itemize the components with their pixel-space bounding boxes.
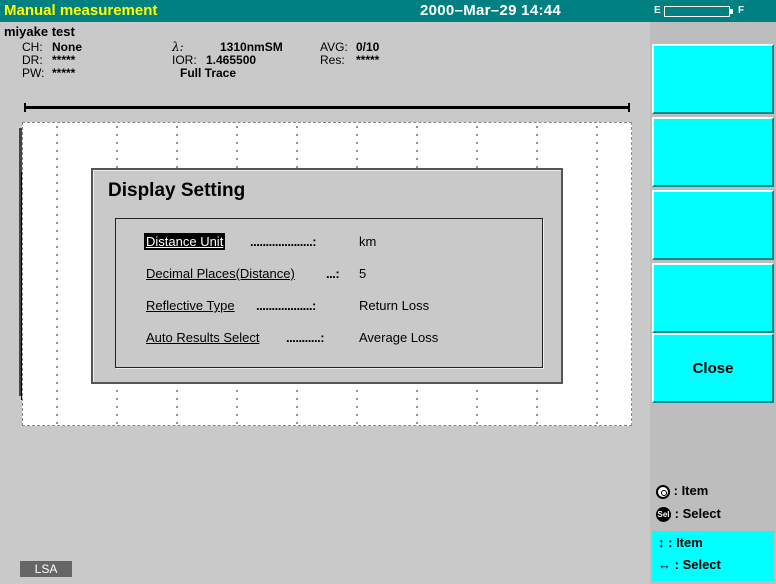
soft-key-2[interactable] <box>652 117 774 187</box>
up-down-arrow-icon: ↕ <box>658 535 665 550</box>
setting-row-reflective-type[interactable]: Reflective Type ..................: Retu… <box>144 297 504 317</box>
avg-label: AVG: <box>320 40 348 54</box>
avg-value: 0/10 <box>356 40 380 54</box>
legend-leftright-row: ↔ : Select <box>658 557 721 572</box>
battery-indicator: E F <box>652 5 770 19</box>
setting-label: Auto Results Select <box>146 330 260 345</box>
select-button-icon: Sel <box>656 507 671 523</box>
setting-label: Reflective Type <box>146 298 235 313</box>
setting-row-decimal-places[interactable]: Decimal Places(Distance) ...: 5 <box>144 265 504 285</box>
trace-scale-line <box>24 103 630 112</box>
legend-select-text: : Select <box>674 506 721 521</box>
legend-select-row: Sel : Select <box>656 506 721 524</box>
lsa-indicator: LSA <box>20 561 72 577</box>
wavelength-value: 1310nmSM <box>220 40 283 54</box>
soft-key-4[interactable] <box>652 263 774 333</box>
setting-label: Decimal Places(Distance) <box>146 266 295 281</box>
setting-row-distance-unit[interactable]: Distance Unit ....................: km <box>144 233 504 253</box>
legend-knob-text: : Item <box>673 483 709 498</box>
battery-tip <box>730 9 733 14</box>
setting-leader: ....................: <box>250 234 317 249</box>
setting-value: km <box>359 234 377 249</box>
dr-value: ***** <box>52 53 76 67</box>
setting-leader: ..................: <box>256 298 316 313</box>
close-button[interactable]: Close <box>652 333 774 403</box>
setting-row-auto-results[interactable]: Auto Results Select ...........: Average… <box>144 329 504 349</box>
dr-label: DR: <box>22 53 43 67</box>
pw-label: PW: <box>22 66 45 80</box>
dialog-title: Display Setting <box>108 180 246 201</box>
display-setting-dialog: Display Setting Distance Unit ..........… <box>91 168 563 384</box>
legend-knob-row: : Item <box>656 483 708 501</box>
battery-full-label: F <box>738 5 745 16</box>
legend-leftright-text: : Select <box>674 557 721 572</box>
battery-empty-label: E <box>654 5 661 16</box>
res-value: ***** <box>356 53 380 67</box>
setting-label: Distance Unit <box>144 233 226 250</box>
ior-value: 1.465500 <box>206 53 257 67</box>
setting-leader: ...: <box>326 266 340 281</box>
wavelength-label: λ: <box>172 40 184 54</box>
date-time: 2000–Mar–29 14:44 <box>420 2 562 19</box>
setting-value: Average Loss <box>359 330 439 345</box>
setting-value: Return Loss <box>359 298 430 313</box>
soft-key-3[interactable] <box>652 190 774 260</box>
title-bar: Manual measurement 2000–Mar–29 14:44 E F <box>0 0 776 22</box>
legend-updown-text: : Item <box>668 535 703 550</box>
test-name: miyake test <box>4 24 75 39</box>
left-right-arrow-icon: ↔ <box>658 557 671 572</box>
settings-panel: Distance Unit ....................: km D… <box>115 218 543 368</box>
soft-key-1[interactable] <box>652 44 774 114</box>
ch-label: CH: <box>22 40 43 54</box>
trace-mode: Full Trace <box>180 66 237 80</box>
rotary-knob-icon <box>656 484 670 499</box>
battery-icon <box>664 6 730 17</box>
res-label: Res: <box>320 53 345 67</box>
screen-title: Manual measurement <box>4 2 158 19</box>
setting-value: 5 <box>359 266 367 281</box>
ior-label: IOR: <box>172 53 197 67</box>
legend-updown-row: ↕ : Item <box>658 535 703 550</box>
ch-value: None <box>52 40 82 54</box>
pw-value: ***** <box>52 66 76 80</box>
arrow-key-legend: ↕ : Item ↔ : Select <box>652 531 774 581</box>
setting-leader: ...........: <box>286 330 325 345</box>
measurement-info: miyake test CH: None DR: ***** PW: *****… <box>0 22 650 112</box>
